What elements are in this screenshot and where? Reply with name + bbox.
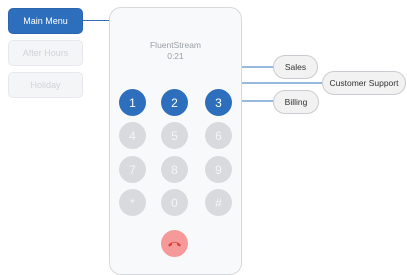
- menu-holiday-label: Holiday: [30, 80, 61, 90]
- keypad-key-5[interactable]: 5: [161, 122, 188, 149]
- keypad-key-7[interactable]: 7: [119, 156, 146, 183]
- route-customer-support[interactable]: Customer Support: [322, 71, 406, 95]
- route-sales-label: Sales: [284, 62, 307, 72]
- keypad-key-6[interactable]: 6: [205, 122, 232, 149]
- keypad-key-3[interactable]: 3: [205, 89, 232, 116]
- menu-after-hours[interactable]: After Hours: [8, 40, 83, 66]
- hangup-button[interactable]: [161, 230, 188, 257]
- menu-after-hours-label: After Hours: [22, 48, 69, 58]
- call-duration: 0:21: [167, 51, 184, 61]
- route-billing-label: Billing: [284, 97, 308, 107]
- keypad-key-1[interactable]: 1: [119, 89, 146, 116]
- menu-main-label: Main Menu: [23, 16, 68, 26]
- keypad-key-4[interactable]: 4: [119, 122, 146, 149]
- keypad-key-0[interactable]: 0: [161, 189, 188, 216]
- phone-hangup-icon: [168, 241, 181, 247]
- keypad-key-9[interactable]: 9: [205, 156, 232, 183]
- route-customer-support-label: Customer Support: [329, 78, 399, 88]
- route-sales[interactable]: Sales: [273, 55, 318, 79]
- caller-name: FluentStream: [149, 40, 202, 50]
- keypad-key-8[interactable]: 8: [161, 156, 188, 183]
- keypad-key-hash[interactable]: #: [205, 189, 232, 216]
- menu-holiday[interactable]: Holiday: [8, 72, 83, 98]
- keypad-key-2[interactable]: 2: [161, 89, 188, 116]
- route-billing[interactable]: Billing: [273, 90, 319, 114]
- menu-main[interactable]: Main Menu: [8, 8, 83, 34]
- keypad-key-star[interactable]: *: [119, 189, 146, 216]
